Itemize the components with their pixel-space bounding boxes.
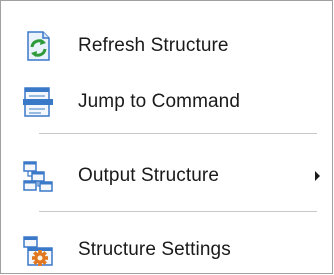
menu-item-jump-to-command[interactable]: Jump to Command xyxy=(2,77,331,127)
jump-to-command-icon xyxy=(22,86,54,118)
menu-item-label: Output Structure xyxy=(78,165,220,186)
menu-item-label: Refresh Structure xyxy=(78,35,229,56)
menu-item-output-structure[interactable]: Output Structure xyxy=(2,151,331,201)
context-menu: Refresh Structure Jump to Command Output… xyxy=(0,0,333,274)
menu-item-refresh-structure[interactable]: Refresh Structure xyxy=(2,21,331,71)
refresh-structure-icon xyxy=(22,30,54,62)
menu-item-label: Jump to Command xyxy=(78,91,241,112)
menu-item-label: Structure Settings xyxy=(78,239,231,260)
menu-separator xyxy=(39,211,317,212)
output-structure-icon xyxy=(22,160,54,192)
structure-settings-icon xyxy=(22,234,54,266)
menu-item-structure-settings[interactable]: Structure Settings xyxy=(2,225,331,275)
menu-separator xyxy=(39,133,317,134)
submenu-arrow-icon xyxy=(315,171,320,181)
